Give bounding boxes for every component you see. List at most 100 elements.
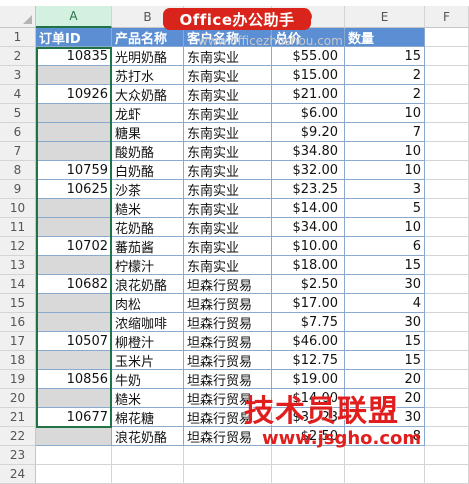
empty-cell[interactable] [425,199,469,218]
empty-cell[interactable] [425,104,469,123]
empty-cell[interactable] [425,47,469,66]
table-cell-qty[interactable]: 2 [345,66,425,85]
table-cell-customer[interactable]: 东南实业 [184,161,272,180]
table-cell-qty[interactable]: 2 [345,85,425,104]
table-cell-total[interactable]: $7.75 [272,313,345,332]
table-cell-product[interactable]: 蕃茄酱 [112,237,184,256]
row-header-14[interactable]: 14 [0,275,36,294]
row-header-7[interactable]: 7 [0,142,36,161]
table-cell-product[interactable]: 苏打水 [112,66,184,85]
empty-cell[interactable] [425,351,469,370]
table-cell-product[interactable]: 糖果 [112,123,184,142]
table-cell-customer[interactable]: 东南实业 [184,142,272,161]
empty-cell[interactable] [425,123,469,142]
table-cell-product[interactable]: 龙虾 [112,104,184,123]
table-cell-product[interactable]: 浪花奶酪 [112,275,184,294]
table-cell-id[interactable] [36,427,112,446]
table-cell-id[interactable] [36,313,112,332]
empty-cell[interactable] [425,446,469,465]
table-cell-customer[interactable]: 坦森行贸易 [184,332,272,351]
table-cell-customer[interactable]: 东南实业 [184,256,272,275]
table-cell-qty[interactable]: 4 [345,294,425,313]
row-header-16[interactable]: 16 [0,313,36,332]
row-header-3[interactable]: 3 [0,66,36,85]
table-cell-qty[interactable]: 6 [345,237,425,256]
row-header-11[interactable]: 11 [0,218,36,237]
empty-cell[interactable] [425,275,469,294]
empty-cell[interactable] [425,66,469,85]
table-cell-product[interactable]: 花奶酪 [112,218,184,237]
table-cell-customer[interactable]: 东南实业 [184,66,272,85]
table-cell-qty[interactable]: 3 [345,180,425,199]
row-header-10[interactable]: 10 [0,199,36,218]
empty-cell[interactable] [425,427,469,446]
row-header-1[interactable]: 1 [0,28,36,47]
table-cell-qty[interactable]: 15 [345,351,425,370]
row-header-20[interactable]: 20 [0,389,36,408]
table-cell-total[interactable]: $21.00 [272,85,345,104]
empty-cell[interactable] [425,313,469,332]
row-header-8[interactable]: 8 [0,161,36,180]
table-cell-qty[interactable]: 5 [345,199,425,218]
row-header-23[interactable]: 23 [0,446,36,465]
table-cell-id[interactable]: 10856 [36,370,112,389]
table-cell-qty[interactable]: 10 [345,161,425,180]
table-cell-id[interactable] [36,294,112,313]
table-header-cell[interactable]: 产品名称 [112,28,184,47]
empty-cell[interactable] [425,408,469,427]
empty-cell[interactable] [425,389,469,408]
row-header-6[interactable]: 6 [0,123,36,142]
table-cell-total[interactable]: $46.00 [272,332,345,351]
table-cell-total[interactable]: $2.50 [272,275,345,294]
table-cell-customer[interactable]: 东南实业 [184,47,272,66]
table-cell-id[interactable]: 10677 [36,408,112,427]
table-cell-qty[interactable]: 7 [345,123,425,142]
table-cell-total[interactable]: $6.00 [272,104,345,123]
row-header-19[interactable]: 19 [0,370,36,389]
table-cell-id[interactable]: 10702 [36,237,112,256]
table-cell-customer[interactable]: 东南实业 [184,123,272,142]
row-header-15[interactable]: 15 [0,294,36,313]
table-cell-qty[interactable]: 30 [345,275,425,294]
table-cell-product[interactable]: 肉松 [112,294,184,313]
row-header-13[interactable]: 13 [0,256,36,275]
table-cell-product[interactable]: 牛奶 [112,370,184,389]
table-cell-total[interactable]: $55.00 [272,47,345,66]
column-header-a[interactable]: A [36,6,112,28]
row-header-5[interactable]: 5 [0,104,36,123]
table-cell-product[interactable]: 玉米片 [112,351,184,370]
row-header-21[interactable]: 21 [0,408,36,427]
table-cell-product[interactable]: 沙茶 [112,180,184,199]
row-header-18[interactable]: 18 [0,351,36,370]
table-cell-customer[interactable]: 东南实业 [184,180,272,199]
empty-cell[interactable] [184,446,272,465]
table-cell-id[interactable] [36,104,112,123]
table-cell-id[interactable] [36,142,112,161]
table-cell-qty[interactable]: 15 [345,47,425,66]
table-cell-total[interactable]: $23.25 [272,180,345,199]
empty-cell[interactable] [425,465,469,484]
table-cell-qty[interactable]: 30 [345,313,425,332]
empty-cell[interactable] [425,28,469,47]
table-cell-total[interactable]: $17.00 [272,294,345,313]
row-header-4[interactable]: 4 [0,85,36,104]
row-header-22[interactable]: 22 [0,427,36,446]
empty-cell[interactable] [425,218,469,237]
empty-cell[interactable] [112,465,184,484]
table-cell-id[interactable] [36,256,112,275]
column-header-f[interactable]: F [425,6,469,28]
table-cell-total[interactable]: $10.00 [272,237,345,256]
empty-cell[interactable] [425,85,469,104]
table-cell-id[interactable]: 10682 [36,275,112,294]
table-cell-product[interactable]: 白奶酪 [112,161,184,180]
empty-cell[interactable] [425,332,469,351]
table-cell-product[interactable]: 浪花奶酪 [112,427,184,446]
row-header-2[interactable]: 2 [0,47,36,66]
table-cell-qty[interactable]: 10 [345,104,425,123]
table-cell-id[interactable] [36,389,112,408]
table-cell-customer[interactable]: 坦森行贸易 [184,294,272,313]
table-cell-product[interactable]: 酸奶酪 [112,142,184,161]
empty-cell[interactable] [425,161,469,180]
select-all-corner[interactable] [0,6,36,28]
empty-cell[interactable] [425,180,469,199]
